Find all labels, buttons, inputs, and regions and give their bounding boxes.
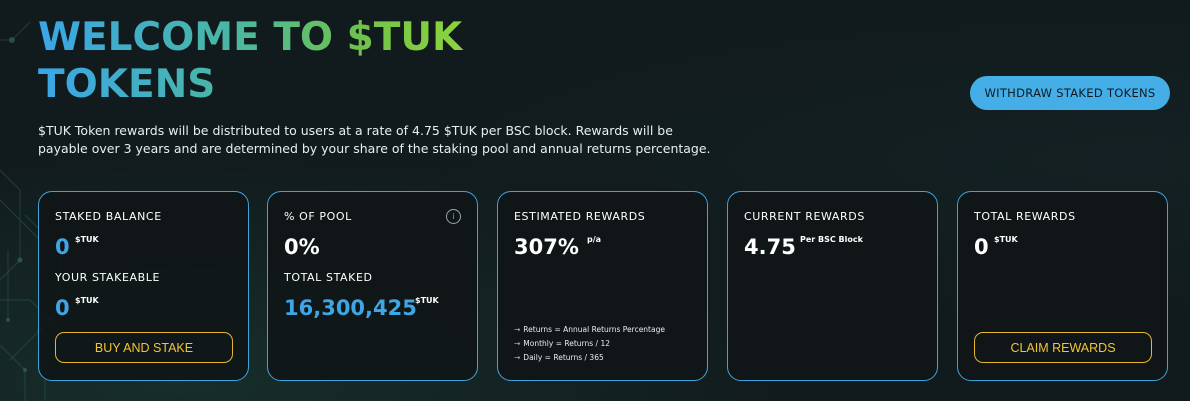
total-rewards-label: TOTAL REWARDS (974, 210, 1076, 223)
formula-monthly-text: Monthly = Returns / 12 (523, 339, 611, 348)
pool-share-value: 0% (284, 235, 320, 259)
current-rewards-unit: Per BSC Block (800, 235, 863, 244)
arrow-right-icon: → (514, 353, 521, 362)
estimated-rewards-unit: p/a (587, 235, 602, 244)
total-staked-unit: $TUK (415, 296, 439, 305)
stakeable-unit: $TUK (75, 296, 99, 305)
estimated-rewards-label: ESTIMATED REWARDS (514, 210, 646, 223)
arrow-right-icon: → (514, 325, 521, 334)
current-rewards-card: CURRENT REWARDS 4.75 Per BSC Block (727, 191, 938, 381)
total-rewards-card: TOTAL REWARDS 0 $TUK CLAIM REWARDS (957, 191, 1168, 381)
page-title-line-2: TOKENS (38, 62, 216, 107)
staked-balance-label: STAKED BALANCE (55, 210, 162, 223)
buy-and-stake-button[interactable]: BUY AND STAKE (55, 332, 233, 363)
formula-returns-text: Returns = Annual Returns Percentage (523, 325, 665, 334)
estimated-rewards-card: ESTIMATED REWARDS 307% p/a → Returns = An… (497, 191, 708, 381)
formula-daily-text: Daily = Returns / 365 (523, 353, 604, 362)
page-title-line-1: WELCOME TO $TUK (38, 15, 463, 60)
formula-returns: → Returns = Annual Returns Percentage (514, 325, 665, 334)
withdraw-staked-tokens-button[interactable]: WITHDRAW STAKED TOKENS (970, 76, 1170, 110)
total-rewards-value: 0 (974, 235, 989, 259)
info-icon[interactable]: i (446, 209, 461, 224)
stakeable-label: YOUR STAKEABLE (55, 271, 161, 284)
current-rewards-label: CURRENT REWARDS (744, 210, 865, 223)
total-staked-label: TOTAL STAKED (284, 271, 373, 284)
staked-balance-unit: $TUK (75, 235, 99, 244)
total-rewards-unit: $TUK (994, 235, 1018, 244)
formula-daily: → Daily = Returns / 365 (514, 353, 604, 362)
stakeable-value: 0 (55, 296, 70, 320)
claim-rewards-button[interactable]: CLAIM REWARDS (974, 332, 1152, 363)
current-rewards-value: 4.75 (744, 235, 796, 259)
pool-share-card: % OF POOL i 0% TOTAL STAKED 16,300,425 $… (267, 191, 478, 381)
pool-share-label: % OF POOL (284, 210, 352, 223)
page-description: $TUK Token rewards will be distributed t… (38, 123, 711, 156)
page-title: WELCOME TO $TUK TOKENS (38, 14, 468, 108)
staked-balance-value: 0 (55, 235, 70, 259)
arrow-right-icon: → (514, 339, 521, 348)
estimated-rewards-value: 307% (514, 235, 579, 259)
formula-monthly: → Monthly = Returns / 12 (514, 339, 610, 348)
total-staked-value: 16,300,425 (284, 296, 417, 320)
staked-balance-card: STAKED BALANCE 0 $TUK YOUR STAKEABLE 0 $… (38, 191, 249, 381)
